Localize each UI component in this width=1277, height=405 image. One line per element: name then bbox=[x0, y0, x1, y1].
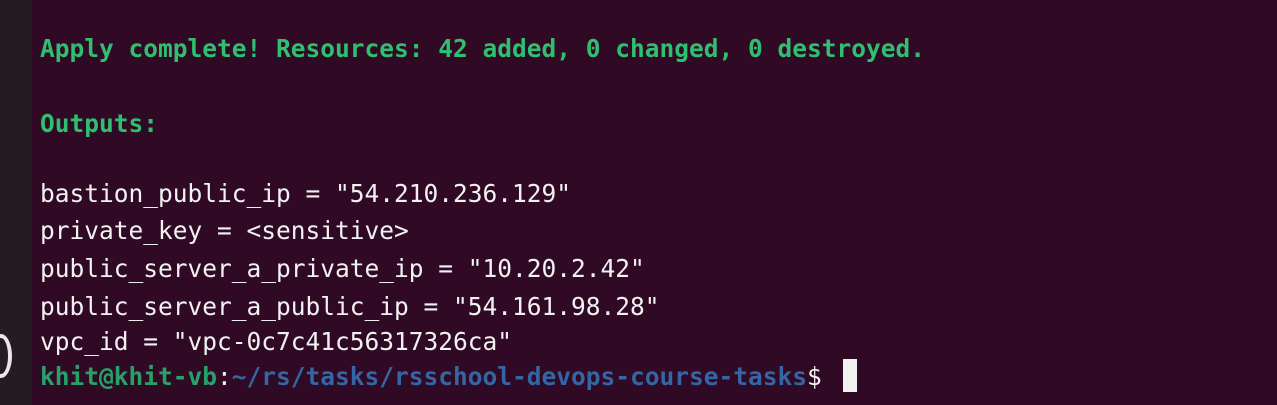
output-line: public_server_a_private_ip = "10.20.2.42… bbox=[40, 254, 645, 283]
output-line: public_server_a_public_ip = "54.161.98.2… bbox=[40, 292, 660, 321]
output-line: bastion_public_ip = "54.210.236.129" bbox=[40, 179, 572, 208]
terminal-output[interactable]: Apply complete! Resources: 42 added, 0 c… bbox=[40, 0, 1277, 405]
apply-complete-message: Apply complete! Resources: 42 added, 0 c… bbox=[40, 34, 926, 63]
prompt-user-host: khit@khit-vb bbox=[40, 362, 218, 391]
terminal-window: Apply complete! Resources: 42 added, 0 c… bbox=[0, 0, 1277, 405]
output-line: vpc_id = "vpc-0c7c41c56317326ca" bbox=[40, 327, 513, 356]
prompt-separator: : bbox=[217, 362, 232, 391]
text-cursor bbox=[842, 359, 857, 392]
app-icon[interactable] bbox=[0, 334, 12, 378]
prompt-symbol: $ bbox=[807, 362, 837, 391]
shell-prompt[interactable]: khit@khit-vb:~/rs/tasks/rsschool-devops-… bbox=[40, 358, 857, 396]
dock-sidebar bbox=[0, 0, 32, 405]
outputs-header: Outputs: bbox=[40, 109, 159, 138]
prompt-path: ~/rs/tasks/rsschool-devops-course-tasks bbox=[231, 362, 808, 391]
output-line: private_key = <sensitive> bbox=[40, 216, 409, 245]
